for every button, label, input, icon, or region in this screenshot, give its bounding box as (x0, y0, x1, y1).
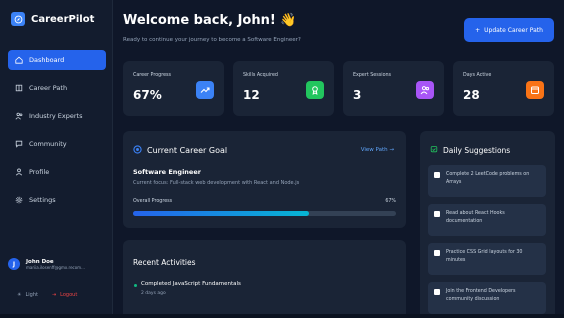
sidebar-footer: ☀ Light ⇥ Logout (17, 292, 77, 298)
career-goal-title: Current Career Goal (147, 146, 228, 155)
user-icon (14, 168, 23, 177)
suggestion-item[interactable]: Read about React Hooks documentation (428, 204, 546, 236)
user-email: mariia.ilosenff@gmx.recom... (26, 264, 85, 270)
chat-icon (14, 140, 23, 149)
book-icon (14, 84, 23, 93)
page-subtitle: Ready to continue your journey to become… (123, 37, 301, 43)
plus-icon: + (475, 26, 481, 34)
stat-label: Expert Sessions (353, 73, 392, 78)
suggestion-text: Read about React Hooks documentation (446, 211, 505, 224)
sidebar-item-label: Dashboard (29, 56, 65, 64)
suggestion-checkbox[interactable] (434, 172, 440, 178)
wave-icon: 👋 (280, 13, 297, 28)
suggestion-item[interactable]: Complete 2 LeetCode problems on Arrays (428, 165, 546, 197)
career-goal-header: Current Career Goal (133, 145, 227, 156)
sidebar-item-label: Community (29, 140, 67, 148)
progress-label: Overall Progress (133, 199, 173, 204)
theme-toggle-label: Light (25, 292, 38, 298)
daily-suggestions-title: Daily Suggestions (443, 145, 511, 155)
sidebar-item-label: Industry Experts (29, 112, 83, 120)
sidebar-nav: Dashboard Career Path Industry Experts C… (8, 50, 106, 218)
sidebar-item-label: Settings (29, 196, 56, 204)
career-goal-card: Current Career Goal View Path → Software… (123, 131, 406, 228)
suggestion-checkbox[interactable] (434, 250, 440, 256)
suggestion-checkbox[interactable] (434, 211, 440, 217)
suggestion-text: Practice CSS Grid layouts for 30 minutes (446, 250, 523, 263)
stat-card-career-progress: Career Progress 67% (123, 61, 224, 116)
view-path-link[interactable]: View Path → (361, 147, 394, 153)
recent-activities-title: Recent Activities (133, 258, 196, 267)
sidebar: CareerPilot Dashboard Career Path Indust… (0, 0, 113, 318)
update-career-path-label: Update Career Path (484, 26, 543, 34)
page-title: Welcome back, John! 👋 (123, 13, 297, 28)
progress-row: Overall Progress 67% (133, 199, 396, 204)
stat-label: Career Progress (133, 73, 172, 78)
activity-dot-icon (134, 284, 137, 287)
stat-value: 28 (463, 88, 480, 102)
user-card[interactable]: J John Doe mariia.ilosenff@gmx.recom... (8, 258, 106, 270)
compass-icon (11, 12, 25, 26)
daily-suggestions-header: Daily Suggestions (430, 145, 510, 155)
daily-suggestions-card: Daily Suggestions Complete 2 LeetCode pr… (420, 131, 555, 318)
stat-value: 3 (353, 88, 362, 102)
progress-value: 67% (385, 199, 396, 204)
sidebar-item-settings[interactable]: Settings (8, 190, 106, 210)
main-content: Welcome back, John! 👋 Ready to continue … (113, 0, 564, 318)
stat-label: Skills Acquired (243, 73, 278, 78)
stat-label: Days Active (463, 73, 492, 78)
activity-name: Completed JavaScript Fundamentals (141, 281, 241, 287)
brand-name: CareerPilot (31, 13, 95, 25)
sidebar-item-dashboard[interactable]: Dashboard (8, 50, 106, 70)
goal-focus: Current focus: Full-stack web developmen… (133, 180, 300, 186)
suggestion-item[interactable]: Practice CSS Grid layouts for 30 minutes (428, 243, 546, 275)
award-icon (306, 81, 324, 99)
suggestion-item[interactable]: Join the Frontend Developers community d… (428, 282, 546, 314)
progress-bar (133, 211, 396, 216)
avatar: J (8, 258, 20, 270)
suggestion-text: Join the Frontend Developers community d… (446, 289, 516, 302)
stats-row: Career Progress 67% Skills Acquired 12 E… (123, 61, 555, 116)
brand[interactable]: CareerPilot (11, 12, 94, 26)
logout-button[interactable]: ⇥ Logout (52, 292, 77, 298)
recent-activities-card: Recent Activities Completed JavaScript F… (123, 240, 406, 318)
sidebar-item-label: Career Path (29, 84, 68, 92)
home-icon (14, 56, 23, 65)
page-title-text: Welcome back, John! (123, 13, 276, 28)
stat-card-expert-sessions: Expert Sessions 3 (343, 61, 444, 116)
logout-label: Logout (60, 292, 78, 298)
logout-icon: ⇥ (51, 292, 57, 298)
taskbar (0, 314, 564, 318)
users-icon (14, 112, 23, 121)
activity-item: Completed JavaScript Fundamentals 2 days… (134, 281, 241, 296)
suggestion-text: Complete 2 LeetCode problems on Arrays (446, 172, 530, 185)
update-career-path-button[interactable]: + Update Career Path (464, 18, 554, 42)
activity-time: 2 days ago (141, 291, 166, 296)
target-icon (133, 145, 142, 156)
sidebar-item-label: Profile (29, 168, 50, 176)
users-icon (416, 81, 434, 99)
gear-icon (14, 196, 23, 205)
stat-value: 67% (133, 88, 162, 102)
suggestion-checkbox[interactable] (434, 289, 440, 295)
stat-card-skills: Skills Acquired 12 (233, 61, 334, 116)
sidebar-item-profile[interactable]: Profile (8, 162, 106, 182)
trend-icon (196, 81, 214, 99)
sun-icon: ☀ (17, 292, 22, 298)
calendar-check-icon (430, 145, 438, 155)
goal-role: Software Engineer (133, 168, 201, 176)
calendar-icon (526, 81, 544, 99)
stat-value: 12 (243, 88, 260, 102)
sidebar-item-industry-experts[interactable]: Industry Experts (8, 106, 106, 126)
sidebar-item-community[interactable]: Community (8, 134, 106, 154)
sidebar-item-career-path[interactable]: Career Path (8, 78, 106, 98)
progress-bar-fill (133, 211, 310, 216)
stat-card-days-active: Days Active 28 (453, 61, 554, 116)
app-root: CareerPilot Dashboard Career Path Indust… (0, 0, 564, 318)
theme-toggle-button[interactable]: ☀ Light (17, 292, 38, 298)
